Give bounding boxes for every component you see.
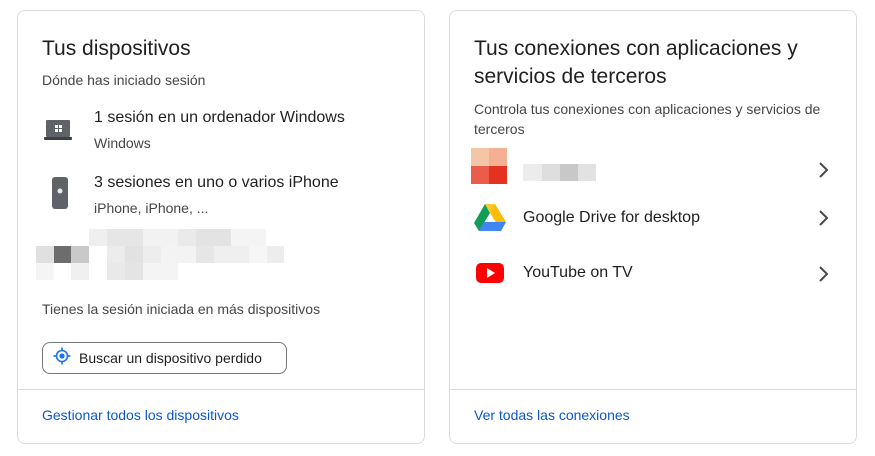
- locate-target-icon: [53, 347, 71, 370]
- connection-item-redacted[interactable]: [450, 148, 856, 192]
- connections-card-subtitle-line1: Controla tus conexiones con aplicaciones…: [474, 101, 821, 117]
- devices-card-subtitle: Dónde has iniciado sesión: [42, 72, 206, 88]
- devices-card: Tus dispositivos Dónde has iniciado sesi…: [17, 10, 425, 444]
- connections-card-title-line2: servicios de terceros: [474, 65, 667, 88]
- card-divider: [450, 389, 856, 390]
- device-detail: Windows: [94, 135, 151, 151]
- google-drive-icon: [474, 204, 506, 237]
- chevron-right-icon: [818, 266, 829, 287]
- laptop-windows-icon: [42, 117, 74, 148]
- find-lost-device-label: Buscar un dispositivo perdido: [79, 350, 262, 366]
- device-item-windows[interactable]: 1 sesión en un ordenador Windows Windows: [42, 109, 402, 153]
- connections-card-subtitle-line2: terceros: [474, 121, 525, 137]
- chevron-right-icon: [818, 210, 829, 231]
- pixelated-app-icon: [471, 148, 507, 189]
- manage-devices-link[interactable]: Gestionar todos los dispositivos: [42, 407, 239, 423]
- device-name: 3 sesiones en uno o varios iPhone: [94, 174, 339, 191]
- youtube-icon: [476, 263, 504, 288]
- connection-item-youtube[interactable]: YouTube on TV: [450, 260, 856, 304]
- app-name: YouTube on TV: [523, 264, 633, 281]
- chevron-right-icon: [818, 162, 829, 183]
- connections-card-title-line1: Tus conexiones con aplicaciones y: [474, 37, 798, 60]
- device-item-iphone[interactable]: 3 sesiones en uno o varios iPhone iPhone…: [42, 174, 402, 218]
- find-lost-device-button[interactable]: Buscar un dispositivo perdido: [42, 342, 287, 374]
- connection-item-google-drive[interactable]: Google Drive for desktop: [450, 204, 856, 248]
- device-name: 1 sesión en un ordenador Windows: [94, 109, 345, 126]
- device-detail: iPhone, iPhone, ...: [94, 200, 209, 216]
- app-name: Google Drive for desktop: [523, 209, 700, 226]
- connections-card: Tus conexiones con aplicaciones y servic…: [449, 10, 857, 444]
- iphone-icon: [52, 177, 68, 214]
- devices-card-title: Tus dispositivos: [42, 37, 191, 60]
- redacted-app-name: [523, 164, 597, 186]
- card-divider: [18, 389, 424, 390]
- redacted-device-item: [36, 229, 286, 281]
- view-all-connections-link[interactable]: Ver todas las conexiones: [474, 407, 630, 423]
- more-devices-text: Tienes la sesión iniciada en más disposi…: [42, 301, 321, 317]
